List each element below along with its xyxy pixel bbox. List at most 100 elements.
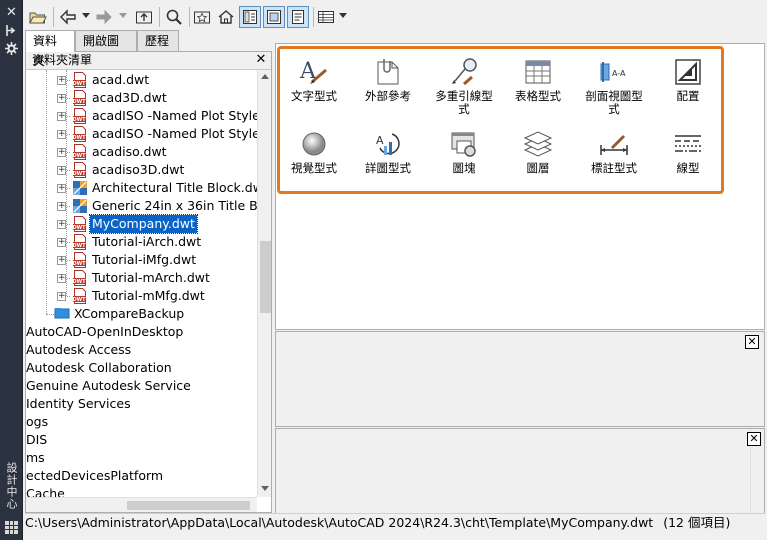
expand-icon[interactable]: + [57,76,66,85]
svg-text:DWT: DWT [72,135,86,141]
content-item[interactable]: 視覺型式 [272,128,356,175]
tree-view-toggle-icon[interactable] [239,6,261,28]
content-item[interactable]: 線型 [646,128,730,175]
scroll-down-icon[interactable] [261,486,269,491]
tree-item[interactable]: + Generic 24in x 36in Title Block [26,197,257,215]
content-item-label: 標註型式 [591,161,637,175]
scroll-thumb[interactable] [260,241,271,313]
content-area[interactable]: A 文字型式 外部參考 多重引線型 式表格型式 A-A 剖面視圖型 式配置視覺型式 A 詳圖型… [275,43,765,330]
palette-grid-icon[interactable] [5,521,18,534]
content-item[interactable]: A 詳圖型式 [346,128,430,175]
load-folder-icon[interactable] [27,6,49,28]
back-dropdown-icon[interactable] [82,13,90,18]
favorites-icon[interactable] [191,6,213,28]
tree-folder[interactable]: ectedDevicesPlatform [26,467,257,485]
expand-icon[interactable]: + [57,256,66,265]
tree-item[interactable]: + DWT Tutorial-mArch.dwt [26,269,257,287]
home-icon[interactable] [215,6,237,28]
tree-folder[interactable]: Autodesk Collaboration [26,359,257,377]
views-dropdown-icon[interactable] [339,13,347,18]
content-item[interactable]: 標註型式 [572,128,656,175]
content-item[interactable]: 圖塊 [422,128,506,175]
content-item[interactable]: 圖層 [496,128,580,175]
content-item-label: 視覺型式 [291,161,337,175]
forward-arrow-icon[interactable] [93,6,115,28]
content-item[interactable]: 多重引線型 式 [422,56,506,116]
properties-icon[interactable] [4,41,19,56]
content-item-label: 文字型式 [291,89,337,103]
content-item[interactable]: 表格型式 [496,56,580,103]
dwt-file-icon: DWT [72,216,88,232]
tree-item-label: Generic 24in x 36in Title Block [92,198,257,213]
scroll-up-icon[interactable] [261,74,269,79]
dwg-file-icon [72,180,88,196]
tree-horizontal-scrollbar[interactable] [26,497,257,512]
multileader-style-icon [448,56,480,88]
expand-icon[interactable]: + [57,202,66,211]
tree-item[interactable]: + DWT Tutorial-iArch.dwt [26,233,257,251]
close-icon[interactable]: ✕ [745,335,759,349]
content-item[interactable]: A-A 剖面視圖型 式 [572,56,656,116]
expand-icon[interactable]: + [57,274,66,283]
close-icon[interactable]: ✕ [4,5,19,20]
expand-icon[interactable]: + [57,238,66,247]
expand-icon[interactable]: + [57,220,66,229]
folder-tree[interactable]: + DWT acad.dwt + DWT acad3D.dwt + DWT acadISO -N… [26,70,257,497]
tree-folder[interactable]: Identity Services [26,395,257,413]
back-arrow-icon[interactable] [57,6,79,28]
tree-item[interactable]: + DWT Tutorial-mMfg.dwt [26,287,257,305]
expand-icon[interactable]: + [57,112,66,121]
auto-hide-icon[interactable] [4,23,19,38]
close-icon[interactable]: ✕ [747,432,761,446]
tree-item-label: Tutorial-mMfg.dwt [92,288,205,303]
tab-folders[interactable]: 資料夾 [25,30,75,68]
search-icon[interactable] [163,6,185,28]
svg-text:DWT: DWT [72,279,86,285]
expand-icon[interactable]: + [57,148,66,157]
description-toggle-icon[interactable] [287,6,309,28]
expand-icon[interactable]: + [57,184,66,193]
toolbar [25,4,765,30]
folder-icon [54,306,70,322]
tree-folder-label: Cache [26,486,65,497]
tree-item[interactable]: + DWT acad.dwt [26,71,257,89]
views-icon[interactable] [315,6,337,28]
expand-icon[interactable]: + [57,166,66,175]
tree-folder-label: Autodesk Collaboration [26,360,172,375]
tree-item[interactable]: + DWT acad3D.dwt [26,89,257,107]
tree-folder[interactable]: ogs [26,413,257,431]
tree-folder[interactable]: AutoCAD-OpenInDesktop [26,323,257,341]
content-item[interactable]: A 文字型式 [272,56,356,103]
preview-toggle-icon[interactable] [263,6,285,28]
tab-open-drawings[interactable]: 開啟圖檔 [75,30,137,68]
content-item-label: 圖層 [526,161,550,175]
expand-icon[interactable]: + [57,94,66,103]
tree-folder[interactable]: ms [26,449,257,467]
tree-item[interactable]: XCompareBackup [26,305,257,323]
tree-item[interactable]: + DWT acadISO -Named Plot Styles.d [26,107,257,125]
tree-vertical-scrollbar[interactable] [257,70,271,497]
scroll-thumb[interactable] [127,501,250,510]
up-folder-icon[interactable] [133,6,155,28]
tree-folder[interactable]: Genuine Autodesk Service [26,377,257,395]
content-item[interactable]: 配置 [646,56,730,103]
tree-folder[interactable]: Cache [26,485,257,497]
forward-dropdown-icon[interactable] [119,13,127,18]
tree-item[interactable]: + Architectural Title Block.dwg [26,179,257,197]
tree-item[interactable]: + DWT Tutorial-iMfg.dwt [26,251,257,269]
tree-item[interactable]: + DWT acadiso3D.dwt [26,161,257,179]
expand-icon[interactable]: + [57,292,66,301]
tab-history[interactable]: 歷程 [137,30,179,51]
expand-icon[interactable]: + [57,130,66,139]
tree-item[interactable]: + DWT acadISO -Named Plot Styles3D [26,125,257,143]
tree-item[interactable]: + DWT acadiso.dwt [26,143,257,161]
tree-folder-label: Genuine Autodesk Service [26,378,191,393]
tree-folder[interactable]: Autodesk Access [26,341,257,359]
tree-item[interactable]: + DWT MyCompany.dwt [26,214,257,234]
close-icon[interactable]: ✕ [254,53,268,67]
dwt-file-icon: DWT [72,252,88,268]
content-item[interactable]: 外部參考 [346,56,430,103]
tree-connector [46,314,54,315]
dwt-file-icon: DWT [72,270,88,286]
tree-folder[interactable]: DIS [26,431,257,449]
